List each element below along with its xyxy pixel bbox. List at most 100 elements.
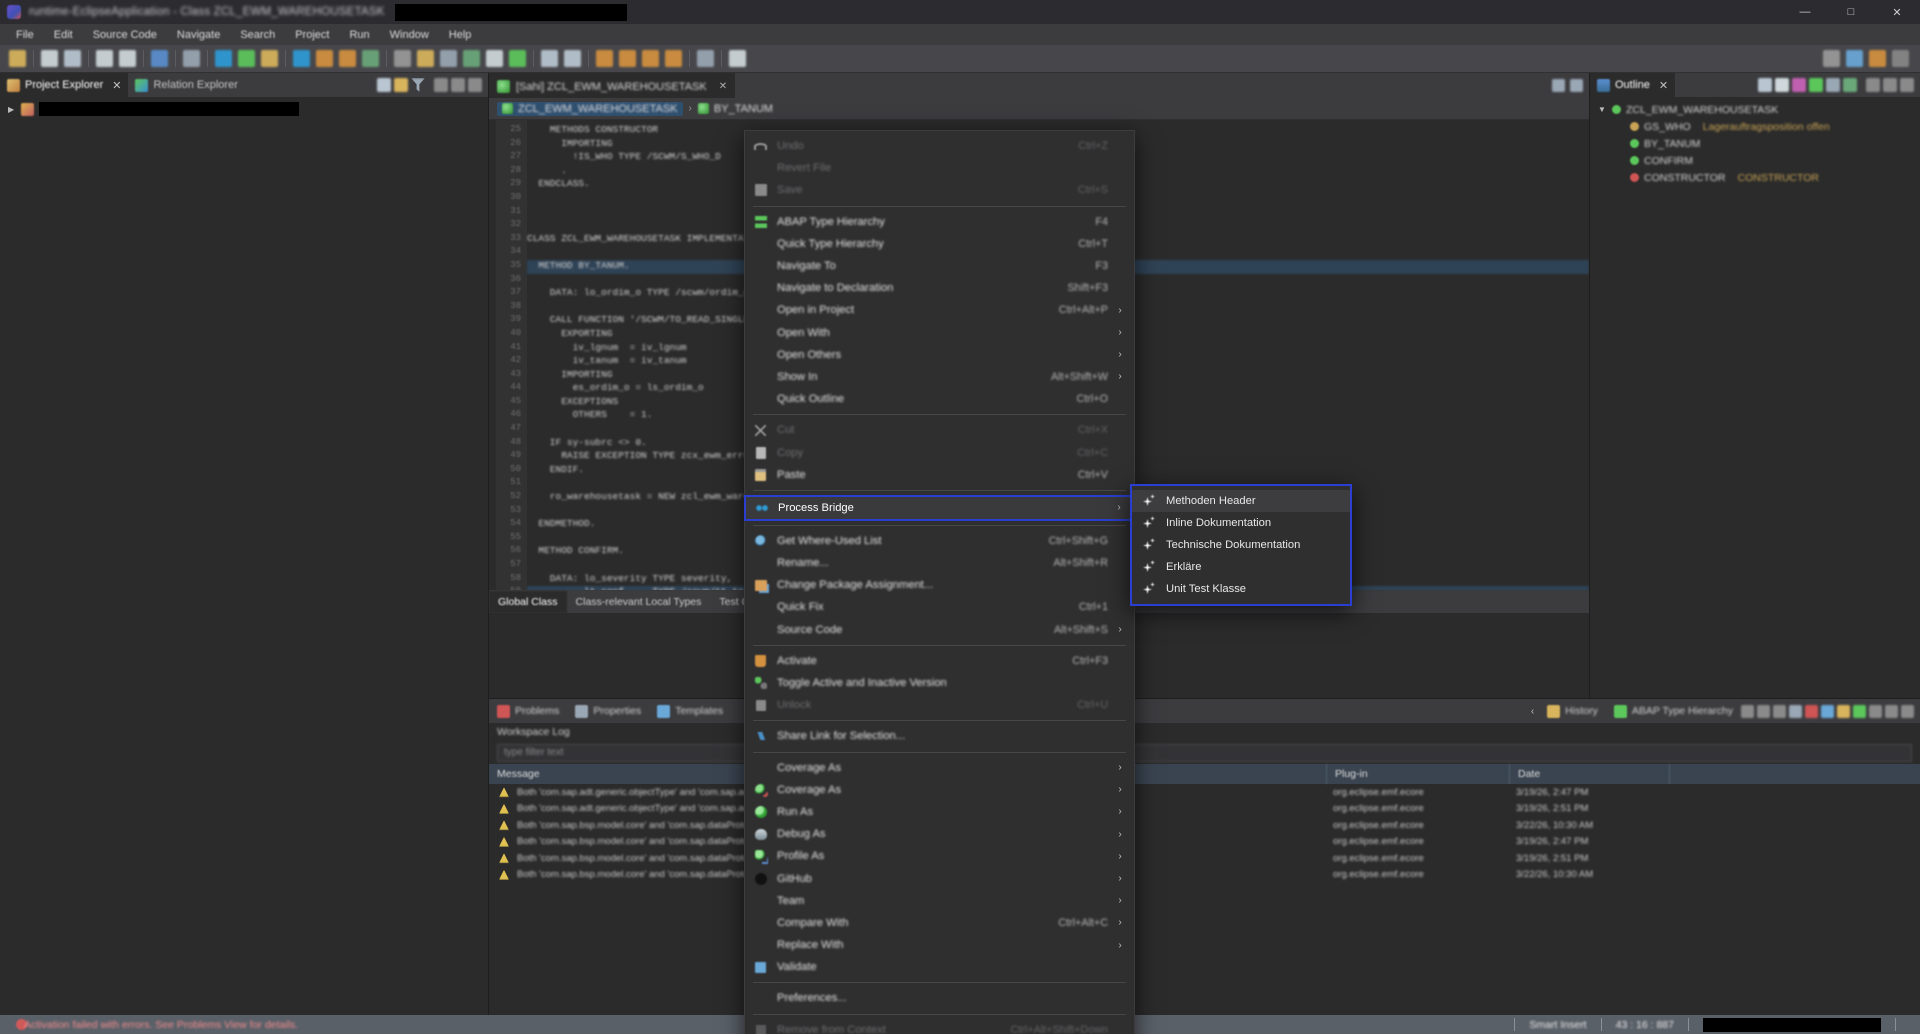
editor-tab[interactable]: [Sahi] ZCL_EWM_WAREHOUSETASK✕ bbox=[489, 73, 735, 98]
tab-templates[interactable]: Templates bbox=[649, 699, 731, 723]
maximize-panel-icon[interactable] bbox=[1900, 78, 1914, 92]
submenu-item-methoden-header[interactable]: Methoden Header bbox=[1132, 490, 1350, 512]
sort-icon[interactable] bbox=[1758, 78, 1772, 92]
menu-item-share-link-for-selection[interactable]: Share Link for Selection... bbox=[745, 725, 1134, 747]
search-ref-icon[interactable] bbox=[183, 50, 200, 67]
outline-item[interactable]: BY_TANUM bbox=[1590, 135, 1920, 152]
tab-problems[interactable]: Problems bbox=[489, 699, 567, 723]
menu-item-github[interactable]: GitHub› bbox=[745, 867, 1134, 889]
menu-item-process-bridge[interactable]: Process Bridge› bbox=[744, 495, 1135, 521]
maximize-panel-icon[interactable] bbox=[468, 78, 482, 92]
menubar-item-help[interactable]: Help bbox=[439, 27, 482, 43]
log-table-row[interactable]: Both 'com.sap.adt.generic.objectType' an… bbox=[489, 801, 1920, 818]
hide-fields-icon[interactable] bbox=[1775, 78, 1789, 92]
menubar-item-search[interactable]: Search bbox=[230, 27, 285, 43]
breadcrumb[interactable]: ZCL_EWM_WAREHOUSETASK›BY_TANUM bbox=[489, 98, 1589, 120]
tree-row[interactable]: ▶ bbox=[0, 100, 488, 118]
outline-item[interactable]: CONFIRM bbox=[1590, 152, 1920, 169]
menu-item-navigate-to[interactable]: Navigate ToF3 bbox=[745, 255, 1134, 277]
save-all-icon[interactable] bbox=[64, 50, 81, 67]
hide-nonpublic-icon[interactable] bbox=[1809, 78, 1823, 92]
log-filter-input[interactable]: type filter text bbox=[497, 744, 1912, 762]
submenu-item-technische-dokumentation[interactable]: Technische Dokumentation bbox=[1132, 534, 1350, 556]
menu-item-quick-type-hierarchy[interactable]: Quick Type HierarchyCtrl+T bbox=[745, 233, 1134, 255]
menu-item-open-with[interactable]: Open With› bbox=[745, 322, 1134, 344]
sync-icon[interactable] bbox=[463, 50, 480, 67]
tab-scroll-left-icon[interactable]: ‹ bbox=[1526, 706, 1539, 717]
editor-minimize-icon[interactable] bbox=[1552, 79, 1565, 92]
toggle-icon[interactable] bbox=[362, 50, 379, 67]
editor-context-menu[interactable]: UndoCtrl+ZRevert FileSaveCtrl+SABAP Type… bbox=[744, 130, 1135, 1034]
menu-item-source-code[interactable]: Source CodeAlt+Shift+S› bbox=[745, 619, 1134, 641]
menu-item-validate[interactable]: Validate bbox=[745, 956, 1134, 978]
open-object-icon[interactable] bbox=[215, 50, 232, 67]
tab-relation-explorer[interactable]: Relation Explorer bbox=[128, 73, 244, 97]
process-bridge-submenu[interactable]: Methoden HeaderInline DokumentationTechn… bbox=[1130, 484, 1352, 606]
menu-item-open-in-project[interactable]: Open in ProjectCtrl+Alt+P› bbox=[745, 299, 1134, 321]
log-toolbar-icon[interactable] bbox=[1885, 705, 1898, 718]
menu-item-show-in[interactable]: Show InAlt+Shift+W› bbox=[745, 366, 1134, 388]
tab-abap-type-hierarchy[interactable]: ABAP Type Hierarchy bbox=[1606, 699, 1741, 723]
menu-item-coverage-as[interactable]: Coverage As› bbox=[745, 779, 1134, 801]
link-with-editor-icon[interactable] bbox=[394, 78, 408, 92]
marker-icon[interactable] bbox=[642, 50, 659, 67]
log-toolbar-icon[interactable] bbox=[1805, 705, 1818, 718]
back-icon[interactable] bbox=[564, 50, 581, 67]
coverage-icon[interactable] bbox=[339, 50, 356, 67]
close-icon[interactable]: ✕ bbox=[112, 79, 121, 92]
menubar-item-project[interactable]: Project bbox=[285, 27, 339, 43]
breadcrumb-item[interactable]: ZCL_EWM_WAREHOUSETASK bbox=[497, 102, 683, 116]
log-toolbar-icon[interactable] bbox=[1789, 705, 1802, 718]
log-toolbar-icon[interactable] bbox=[1901, 705, 1914, 718]
tab-properties[interactable]: Properties bbox=[567, 699, 649, 723]
log-table-row[interactable]: Both 'com.sap.bsp.model.core' and 'com.s… bbox=[489, 834, 1920, 851]
fwd-icon[interactable] bbox=[541, 50, 558, 67]
log-toolbar-icon[interactable] bbox=[1853, 705, 1866, 718]
editor-maximize-icon[interactable] bbox=[1570, 79, 1583, 92]
prev-icon[interactable] bbox=[596, 50, 613, 67]
save-icon[interactable] bbox=[41, 50, 58, 67]
menu-item-change-package-assignment[interactable]: Change Package Assignment... bbox=[745, 574, 1134, 596]
hide-static-icon[interactable] bbox=[1792, 78, 1806, 92]
menu-item-preferences[interactable]: Preferences... bbox=[745, 987, 1134, 1009]
debug-icon[interactable] bbox=[293, 50, 310, 67]
close-icon[interactable]: ✕ bbox=[719, 81, 727, 92]
log-toolbar-icon[interactable] bbox=[1773, 705, 1786, 718]
link-icon[interactable] bbox=[440, 50, 457, 67]
menu-item-get-where-used-list[interactable]: Get Where-Used ListCtrl+Shift+G bbox=[745, 530, 1134, 552]
bridge-icon[interactable] bbox=[486, 50, 503, 67]
menu-item-quick-fix[interactable]: Quick FixCtrl+1 bbox=[745, 596, 1134, 618]
submenu-item-unit-test-klasse[interactable]: Unit Test Klasse bbox=[1132, 578, 1350, 600]
project-explorer-tree[interactable]: ▶ bbox=[0, 97, 488, 1015]
log-table-row[interactable]: Both 'com.sap.bsp.model.core' and 'com.s… bbox=[489, 867, 1920, 884]
print-icon[interactable] bbox=[96, 50, 113, 67]
run-icon[interactable] bbox=[238, 50, 255, 67]
editor-subtab[interactable]: Class-relevant Local Types bbox=[567, 591, 711, 613]
unlock-icon[interactable] bbox=[417, 50, 434, 67]
log-table-row[interactable]: Both 'com.sap.bsp.model.core' and 'com.s… bbox=[489, 850, 1920, 867]
menu-item-paste[interactable]: PasteCtrl+V bbox=[745, 464, 1134, 486]
view-menu-icon[interactable] bbox=[434, 78, 448, 92]
profile-icon[interactable] bbox=[316, 50, 333, 67]
menu-item-abap-type-hierarchy[interactable]: ABAP Type HierarchyF4 bbox=[745, 211, 1134, 233]
chevron-right-icon[interactable]: ▶ bbox=[8, 105, 16, 114]
maximize-button[interactable]: □ bbox=[1828, 0, 1874, 24]
activate-icon[interactable] bbox=[261, 50, 278, 67]
menu-item-compare-with[interactable]: Compare WithCtrl+Alt+C› bbox=[745, 912, 1134, 934]
filter-icon[interactable] bbox=[411, 78, 425, 92]
tab-project-explorer[interactable]: Project Explorer✕ bbox=[0, 73, 128, 97]
insert-mode-indicator[interactable]: Smart Insert bbox=[1529, 1019, 1586, 1031]
menu-item-run-as[interactable]: Run As› bbox=[745, 801, 1134, 823]
menubar-item-window[interactable]: Window bbox=[380, 27, 439, 43]
outline-tree[interactable]: ▼ZCL_EWM_WAREHOUSETASKGS_WHOLagerauftrag… bbox=[1590, 97, 1920, 186]
perspective-abap-icon[interactable] bbox=[1869, 50, 1886, 67]
console-icon[interactable] bbox=[729, 50, 746, 67]
log-toolbar-icon[interactable] bbox=[1741, 705, 1754, 718]
view-menu-icon[interactable] bbox=[1866, 78, 1880, 92]
menu-item-quick-outline[interactable]: Quick OutlineCtrl+O bbox=[745, 388, 1134, 410]
abap-project-icon[interactable] bbox=[151, 50, 168, 67]
log-column-header[interactable]: Date bbox=[1510, 764, 1670, 784]
menu-item-rename[interactable]: Rename...Alt+Shift+R bbox=[745, 552, 1134, 574]
collapse-all-icon[interactable] bbox=[377, 78, 391, 92]
chevron-down-icon[interactable]: ▼ bbox=[1598, 105, 1607, 114]
